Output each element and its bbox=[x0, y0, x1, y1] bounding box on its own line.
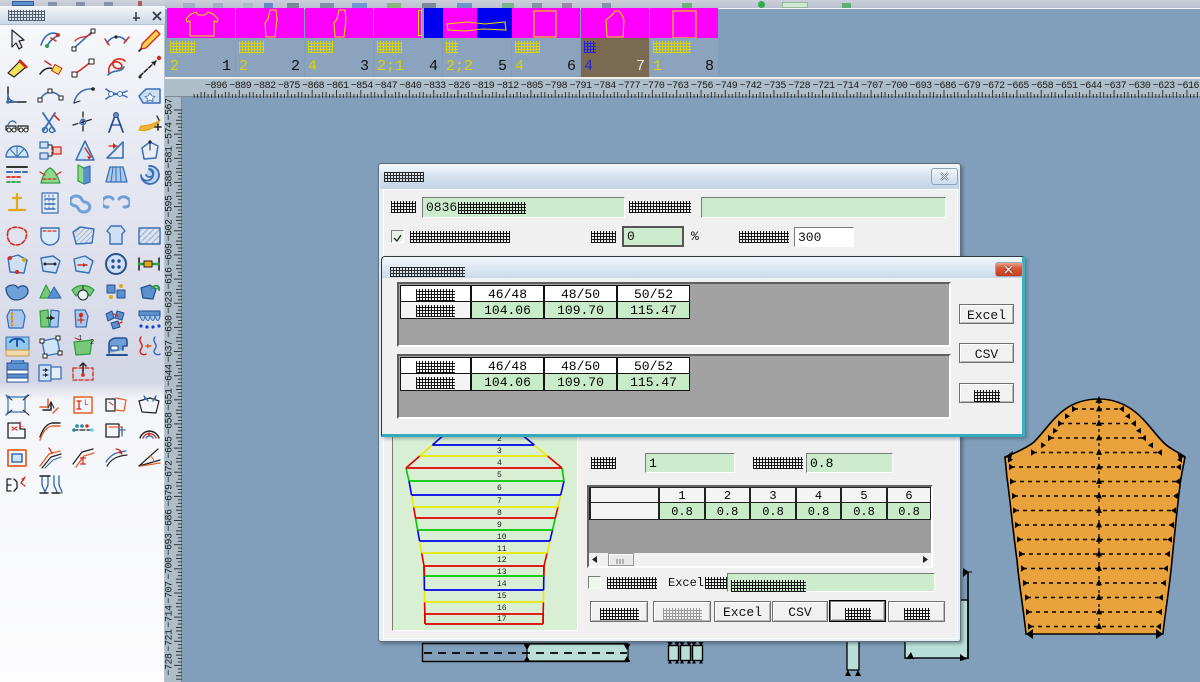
svg-text:11: 11 bbox=[497, 545, 507, 554]
svg-text:12: 12 bbox=[497, 556, 507, 565]
svg-text:5: 5 bbox=[497, 471, 502, 480]
svg-text:2: 2 bbox=[90, 339, 94, 347]
svg-text:14: 14 bbox=[497, 580, 507, 589]
svg-text:7: 7 bbox=[497, 497, 502, 506]
svg-text:4: 4 bbox=[497, 459, 502, 468]
svg-text:1: 1 bbox=[78, 335, 82, 343]
svg-text:L: L bbox=[19, 421, 24, 430]
svg-text:L: L bbox=[84, 399, 89, 408]
svg-text:13: 13 bbox=[497, 568, 507, 577]
svg-text:10: 10 bbox=[497, 533, 507, 542]
svg-text:9: 9 bbox=[497, 521, 502, 530]
svg-text:16: 16 bbox=[497, 604, 507, 613]
svg-text:15: 15 bbox=[497, 592, 507, 601]
svg-text:17: 17 bbox=[497, 615, 507, 624]
svg-text:3: 3 bbox=[497, 447, 502, 456]
svg-text:8: 8 bbox=[497, 509, 502, 518]
svg-text:6: 6 bbox=[497, 484, 502, 493]
